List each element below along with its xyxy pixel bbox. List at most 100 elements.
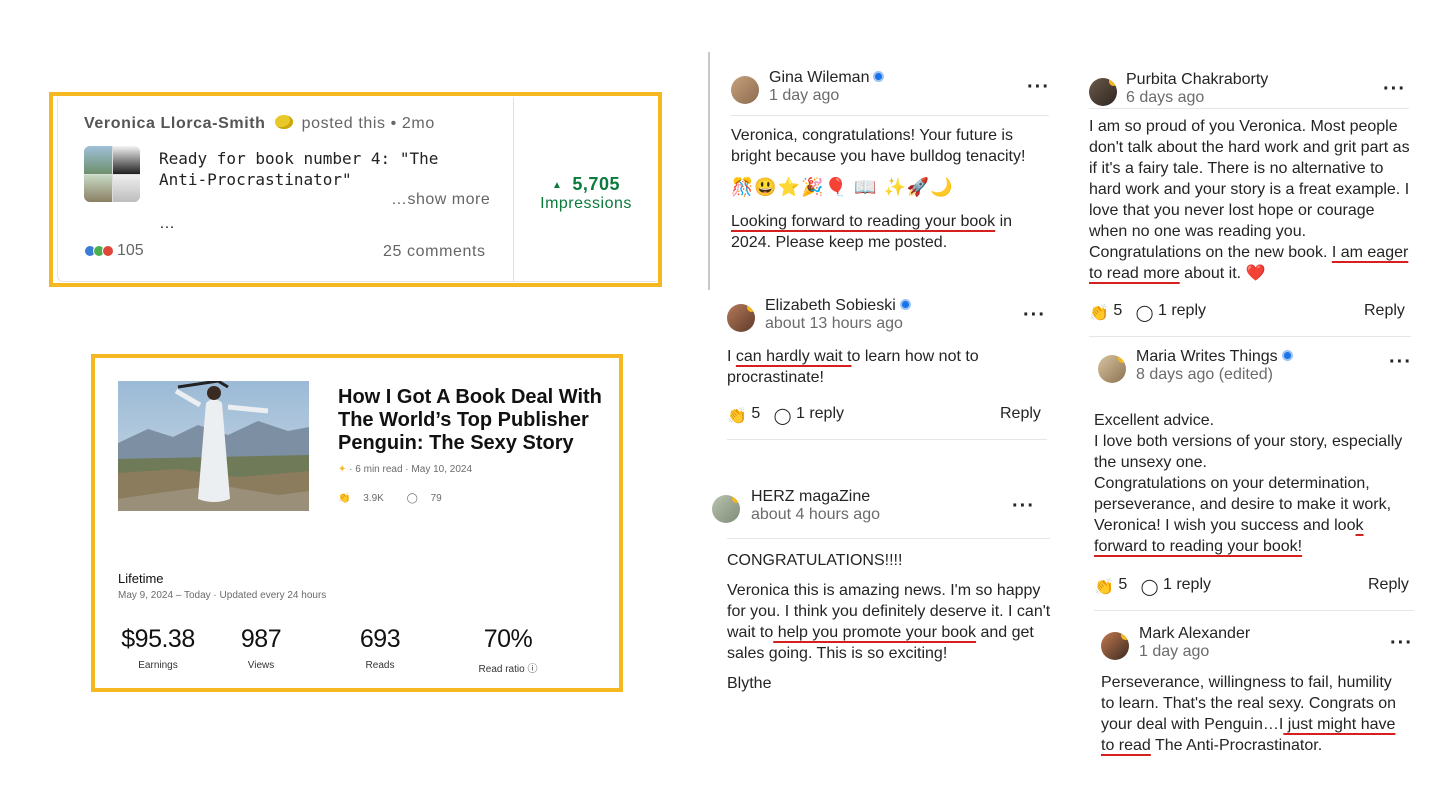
- stat-value: 987: [240, 625, 282, 653]
- post-action: posted this: [301, 115, 386, 132]
- impressions-panel[interactable]: ▲ 5,705 Impressions: [514, 174, 658, 213]
- thumbnail-tile: [84, 174, 112, 202]
- avatar[interactable]: [1101, 632, 1129, 660]
- clap-count: 5: [1113, 302, 1123, 319]
- post-text[interactable]: Ready for book number 4: "The Anti-Procr…: [159, 148, 479, 190]
- comment-elizabeth-sobieski: Elizabeth Sobieski about 13 hours ago ··…: [727, 297, 1052, 444]
- avatar[interactable]: [731, 76, 759, 104]
- post-author[interactable]: Veronica Llorca-Smith: [84, 115, 266, 132]
- more-options-button[interactable]: ···: [1383, 78, 1406, 101]
- comment-actions: 👏 5 ◯ 1 reply: [727, 405, 844, 426]
- commenter-name[interactable]: Purbita Chakraborty: [1126, 71, 1268, 89]
- commenter-name-text: Elizabeth Sobieski: [765, 297, 896, 314]
- clap-count[interactable]: 👏 3.9K: [338, 493, 394, 504]
- comment-text: The Anti-Procrastinator.: [1150, 737, 1323, 754]
- stat-earnings: $95.38 Earnings: [118, 625, 198, 671]
- header-separator: •: [390, 115, 397, 132]
- comment-paragraph: CONGRATULATIONS!!!!: [727, 552, 903, 569]
- story-meta: ✦ · 6 min read · May 10, 2024: [338, 464, 473, 475]
- reactions[interactable]: 105: [84, 242, 144, 260]
- member-badge-icon: [1109, 78, 1117, 86]
- commenter-name[interactable]: Gina Wileman: [769, 69, 885, 87]
- avatar[interactable]: [1098, 355, 1126, 383]
- avatar[interactable]: [1089, 78, 1117, 106]
- commenter-name-text: Gina Wileman: [769, 69, 870, 86]
- member-badge-icon: [1118, 355, 1126, 363]
- comment-gina-wileman: Gina Wileman 1 day ago ··· Veronica, con…: [731, 69, 1051, 276]
- linkedin-post-highlight: Veronica Llorca-Smith posted this • 2mo …: [49, 92, 662, 287]
- stat-label: Earnings: [138, 660, 178, 671]
- update-frequency: Updated every 24 hours: [219, 590, 327, 601]
- comment-body: Veronica, congratulations! Your future i…: [731, 125, 1049, 253]
- clap-count: 5: [1118, 576, 1128, 593]
- comments-count-link[interactable]: 25 comments: [383, 243, 486, 261]
- commenter-name[interactable]: HERZ magaZine: [751, 488, 870, 506]
- highlighted-phrase: Looking forward to reading your book: [731, 213, 996, 230]
- more-options-button[interactable]: ···: [1012, 495, 1035, 518]
- response-count[interactable]: ◯ 79: [407, 493, 452, 504]
- comment-text: Congratulations on your determination, p…: [1094, 475, 1392, 534]
- comment-time: about 13 hours ago: [765, 315, 903, 332]
- commenter-name-text: Maria Writes Things: [1136, 348, 1278, 365]
- avatar[interactable]: [727, 304, 755, 332]
- comment-herz-magazine: HERZ magaZine about 4 hours ago ··· CONG…: [712, 488, 1057, 700]
- comment-time: 1 day ago: [1139, 643, 1210, 660]
- avatar[interactable]: [712, 495, 740, 523]
- stat-label: Reads: [365, 660, 395, 671]
- story-engagement: 👏 3.9K ◯ 79: [338, 493, 462, 504]
- story-cover-image[interactable]: [118, 381, 309, 511]
- stat-read-ratio[interactable]: 70% Read ratio ⓘ: [473, 625, 543, 675]
- stat-reads: 693 Reads: [350, 625, 410, 671]
- comment-paragraph: Looking forward to reading your book in …: [731, 211, 1049, 253]
- reply-button[interactable]: Reply: [1000, 405, 1041, 423]
- stat-views: 987 Views: [231, 625, 291, 671]
- comment-maria-writes-things: Maria Writes Things 8 days ago (edited) …: [1094, 348, 1416, 613]
- response-count-value: 79: [430, 493, 442, 504]
- comment-paragraph: I can hardly wait to learn how not to pr…: [727, 346, 1027, 388]
- trend-up-icon: ▲: [552, 180, 563, 191]
- verified-badge-icon: [1281, 350, 1293, 361]
- more-options-button[interactable]: ···: [1389, 351, 1412, 374]
- comment-body: CONGRATULATIONS!!!! Veronica this is ama…: [727, 550, 1052, 694]
- replies-link[interactable]: 1 reply: [1163, 576, 1211, 593]
- reply-button[interactable]: Reply: [1364, 302, 1405, 320]
- replies-link[interactable]: 1 reply: [796, 405, 844, 422]
- comment-text: about it. ❤️: [1179, 265, 1266, 282]
- thumbnail-tile: [112, 146, 140, 174]
- more-options-button[interactable]: ···: [1023, 304, 1046, 327]
- show-more-link[interactable]: …show more: [391, 191, 490, 209]
- column-divider: [708, 52, 710, 290]
- reply-bubble-icon[interactable]: ◯: [774, 406, 792, 426]
- story-title[interactable]: How I Got A Book Deal With The World’s T…: [338, 386, 613, 455]
- post-text-ellipsis: …: [159, 215, 175, 232]
- comment-text: I am so proud of you Veronica. Most peop…: [1089, 118, 1410, 261]
- stat-value: 693: [359, 625, 401, 653]
- comment-mark-alexander: Mark Alexander 1 day ago ··· Perseveranc…: [1101, 625, 1416, 762]
- commenter-name[interactable]: Maria Writes Things: [1136, 348, 1293, 366]
- reply-bubble-icon[interactable]: ◯: [1136, 303, 1154, 323]
- comment-actions: 👏 5 ◯ 1 reply: [1089, 302, 1206, 323]
- linkedin-post-card[interactable]: Veronica Llorca-Smith posted this • 2mo …: [57, 98, 657, 282]
- more-options-button[interactable]: ···: [1390, 632, 1413, 655]
- more-options-button[interactable]: ···: [1027, 76, 1050, 99]
- commenter-name[interactable]: Elizabeth Sobieski: [765, 297, 911, 315]
- comment-time: 6 days ago: [1126, 89, 1205, 106]
- clap-icon[interactable]: 👏: [727, 406, 747, 426]
- clap-count-value: 3.9K: [363, 493, 384, 504]
- commenter-name[interactable]: Mark Alexander: [1139, 625, 1250, 643]
- emoji-line: 🎊😃⭐🎉🎈 📖 ✨🚀🌙: [731, 177, 954, 197]
- reply-bubble-icon[interactable]: ◯: [1141, 577, 1159, 597]
- clap-icon[interactable]: 👏: [1094, 577, 1114, 597]
- comment-separator: [731, 115, 1049, 116]
- clap-icon: 👏: [338, 493, 351, 504]
- comment-body: Excellent advice. I love both versions o…: [1094, 410, 1416, 557]
- comment-paragraph: I am so proud of you Veronica. Most peop…: [1089, 116, 1413, 284]
- comment-separator: [727, 439, 1047, 440]
- member-badge-icon: [747, 304, 755, 312]
- clap-icon[interactable]: 👏: [1089, 303, 1109, 323]
- post-thumbnail[interactable]: [84, 146, 140, 202]
- reaction-count: 105: [117, 242, 144, 259]
- replies-link[interactable]: 1 reply: [1158, 302, 1206, 319]
- impressions-label: Impressions: [540, 195, 632, 212]
- reply-button[interactable]: Reply: [1368, 576, 1409, 594]
